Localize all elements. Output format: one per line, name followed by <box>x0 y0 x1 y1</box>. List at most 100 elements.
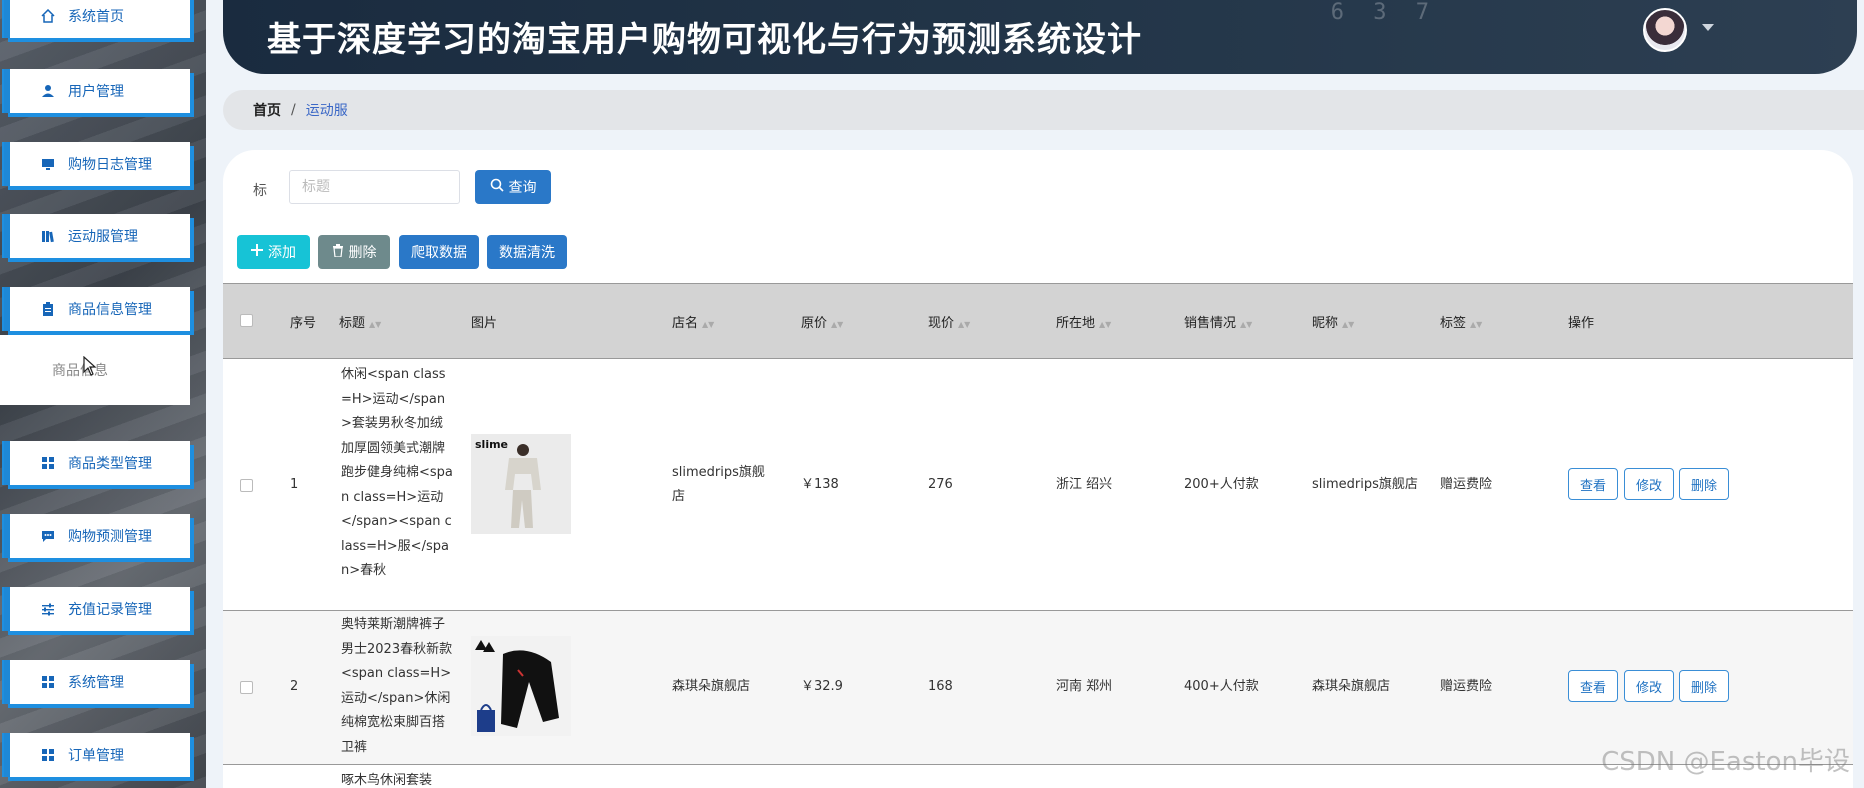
avatar[interactable] <box>1643 8 1687 52</box>
sidebar-item-sportswear[interactable]: 运动服管理 <box>4 214 190 258</box>
add-button-label: 添加 <box>268 245 296 261</box>
sidebar-item-label: 用户管理 <box>68 84 124 100</box>
product-image <box>471 636 571 736</box>
cell-current-price: 168 <box>928 679 953 694</box>
delete-button[interactable]: 删除 <box>1679 670 1729 702</box>
sort-icon: ▲▼ <box>831 320 844 329</box>
sidebar-item-product-type[interactable]: 商品类型管理 <box>4 441 190 485</box>
grid-icon <box>40 455 56 471</box>
batch-delete-button-label: 删除 <box>348 245 377 261</box>
sidebar-item-home[interactable]: 系统首页 <box>4 0 190 38</box>
col-tag-label: 标签 <box>1440 316 1467 331</box>
sidebar-item-label: 系统首页 <box>68 9 124 25</box>
main-panel: 标 查询 添加 删除 爬取数据 数据清洗 序号 标题▲▼ 图片 店名▲▼ 原价▲… <box>223 150 1853 788</box>
delete-button[interactable]: 删除 <box>1679 468 1729 500</box>
search-input[interactable] <box>289 170 460 204</box>
sidebar: 系统首页 用户管理 购物日志管理 运动服管理 商品信息管理 商品信息 商品类型管… <box>0 0 206 788</box>
edit-button[interactable]: 修改 <box>1624 468 1674 500</box>
cell-nickname: slimedrips旗舰店 <box>1312 477 1418 492</box>
cell-original-price: ￥138 <box>801 477 839 492</box>
sidebar-item-label: 购物日志管理 <box>68 157 152 173</box>
clipboard-icon <box>40 301 56 317</box>
cell-original-price: ￥32.9 <box>801 679 843 694</box>
col-nickname-label: 昵称 <box>1312 316 1339 331</box>
col-current-price[interactable]: 现价 ▲▼ <box>928 312 970 331</box>
col-sales-label: 销售情况 <box>1184 316 1237 331</box>
search-label: 标 <box>253 183 267 199</box>
watermark: CSDN @Easton毕设 <box>1601 747 1850 777</box>
breadcrumb: 首页 / 运动服 <box>223 90 1864 130</box>
library-icon <box>40 228 56 244</box>
col-title-label: 标题 <box>339 316 366 331</box>
cell-tag: 赠运费险 <box>1440 477 1493 492</box>
home-icon <box>40 8 56 24</box>
col-location[interactable]: 所在地 ▲▼ <box>1056 312 1111 331</box>
sidebar-item-label: 系统管理 <box>68 675 124 691</box>
col-location-label: 所在地 <box>1056 316 1096 331</box>
sidebar-item-system[interactable]: 系统管理 <box>4 660 190 704</box>
crawl-data-button[interactable]: 爬取数据 <box>399 235 479 269</box>
sidebar-item-label: 充值记录管理 <box>68 602 152 618</box>
sidebar-item-label: 商品信息管理 <box>68 302 152 318</box>
sidebar-item-recharge[interactable]: 充值记录管理 <box>4 587 190 631</box>
cell-sales: 400+人付款 <box>1184 679 1259 694</box>
cell-tag: 赠运费险 <box>1440 679 1493 694</box>
sidebar-item-label: 订单管理 <box>68 748 124 764</box>
col-sales[interactable]: 销售情况 ▲▼ <box>1184 312 1252 331</box>
mouse-cursor-icon <box>83 356 97 376</box>
clean-data-button[interactable]: 数据清洗 <box>487 235 567 269</box>
add-button[interactable]: 添加 <box>237 235 310 269</box>
grid-icon <box>40 747 56 763</box>
chat-icon <box>40 528 56 544</box>
submenu-label: 商品信息 <box>52 363 108 379</box>
select-all-checkbox[interactable] <box>240 314 253 327</box>
view-button[interactable]: 查看 <box>1568 670 1618 702</box>
col-tag[interactable]: 标签 ▲▼ <box>1440 312 1482 331</box>
sidebar-item-label: 运动服管理 <box>68 229 138 245</box>
breadcrumb-current: 运动服 <box>305 103 348 119</box>
cell-nickname: 森琪朵旗舰店 <box>1312 679 1391 694</box>
trash-icon <box>332 243 344 261</box>
crawl-data-button-label: 爬取数据 <box>411 245 467 261</box>
sort-icon: ▲▼ <box>702 320 715 329</box>
cell-sales: 200+人付款 <box>1184 477 1259 492</box>
search-button[interactable]: 查询 <box>475 170 551 204</box>
batch-delete-button[interactable]: 删除 <box>318 235 390 269</box>
col-current-price-label: 现价 <box>928 316 955 331</box>
row-checkbox[interactable] <box>240 681 253 694</box>
sidebar-item-shopping-log[interactable]: 购物日志管理 <box>4 142 190 186</box>
col-nickname[interactable]: 昵称 ▲▼ <box>1312 312 1354 331</box>
sidebar-item-orders[interactable]: 订单管理 <box>4 733 190 777</box>
col-index: 序号 <box>290 316 317 331</box>
cell-location: 河南 郑州 <box>1056 679 1113 694</box>
sidebar-item-users[interactable]: 用户管理 <box>4 69 190 113</box>
sort-icon: ▲▼ <box>1240 320 1253 329</box>
sidebar-item-shopping-prediction[interactable]: 购物预测管理 <box>4 514 190 558</box>
cell-index: 1 <box>290 477 299 492</box>
top-header: 6 3 7 基于深度学习的淘宝用户购物可视化与行为预测系统设计 <box>223 0 1857 74</box>
sort-icon: ▲▼ <box>1099 320 1112 329</box>
product-image: slime <box>471 434 571 534</box>
sidebar-item-label: 购物预测管理 <box>68 529 152 545</box>
search-button-label: 查询 <box>508 180 537 196</box>
chevron-down-icon[interactable] <box>1702 24 1714 31</box>
page-title: 基于深度学习的淘宝用户购物可视化与行为预测系统设计 <box>267 20 1142 60</box>
col-shop-label: 店名 <box>672 316 699 331</box>
sort-icon: ▲▼ <box>1342 320 1355 329</box>
col-original-price[interactable]: 原价 ▲▼ <box>801 312 843 331</box>
breadcrumb-home[interactable]: 首页 <box>253 100 281 120</box>
monitor-icon <box>40 156 56 172</box>
breadcrumb-separator: / <box>291 102 296 118</box>
row-checkbox[interactable] <box>240 479 253 492</box>
view-button[interactable]: 查看 <box>1568 468 1618 500</box>
plus-icon <box>251 244 263 260</box>
edit-button[interactable]: 修改 <box>1624 670 1674 702</box>
col-title[interactable]: 标题 ▲▼ <box>339 312 381 331</box>
cell-title: 啄木鸟休闲套装 <box>341 773 433 788</box>
sort-icon: ▲▼ <box>1470 320 1483 329</box>
cell-shop: 森琪朵旗舰店 <box>672 679 751 694</box>
col-shop[interactable]: 店名 ▲▼ <box>672 312 714 331</box>
sidebar-item-product-info[interactable]: 商品信息管理 <box>4 287 190 331</box>
cell-shop: slimedrips旗舰店 <box>672 465 765 504</box>
cell-current-price: 276 <box>928 477 953 492</box>
